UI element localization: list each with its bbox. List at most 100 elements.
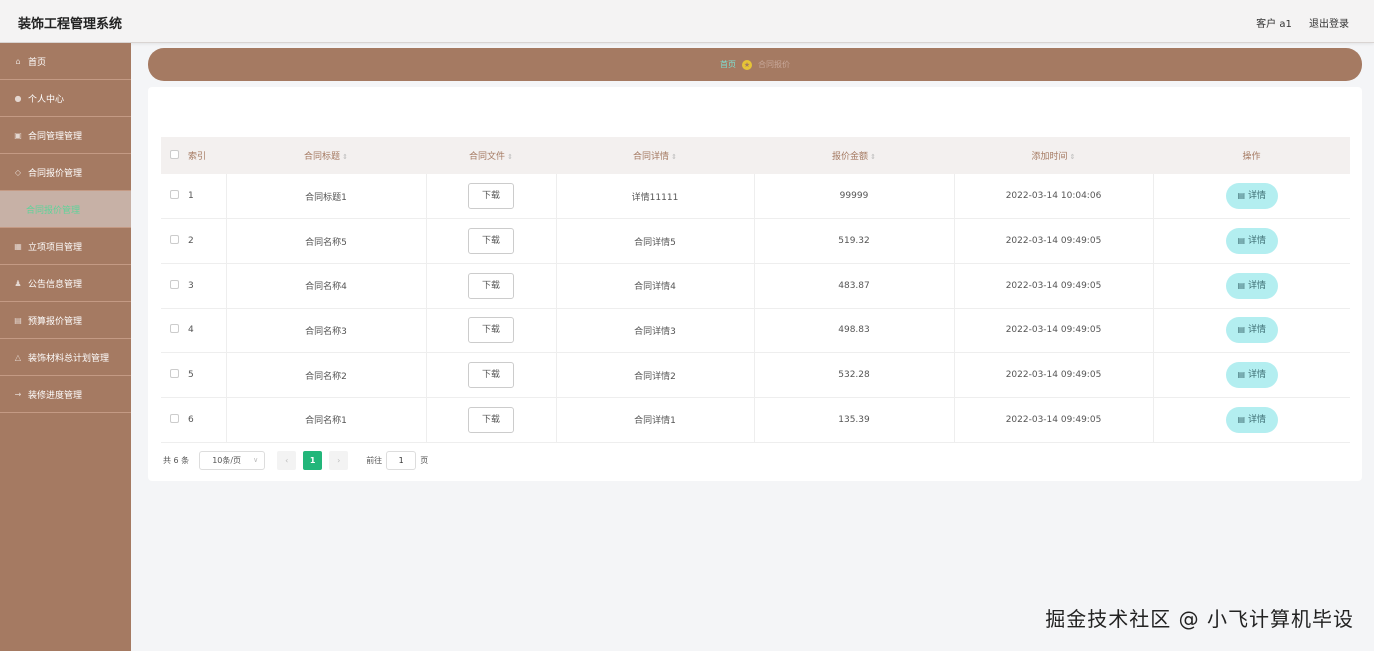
column-header-file[interactable]: 合同文件 ⇕ xyxy=(426,137,556,174)
cell-amount: 99999 xyxy=(754,174,955,220)
detail-button[interactable]: ▤ 详情 xyxy=(1225,406,1278,433)
document-icon: ▤ xyxy=(1237,325,1246,335)
cell-time: 2022-03-14 09:49:05 xyxy=(954,263,1154,309)
cell-file: 下载 xyxy=(426,352,557,398)
top-header: 装饰工程管理系统 客户 a1 退出登录 xyxy=(0,0,1374,43)
cell-file: 下载 xyxy=(426,308,557,354)
sort-icon: ⇕ xyxy=(870,153,876,161)
cell-actions: ▤ 详情 xyxy=(1153,397,1350,443)
download-button[interactable]: 下载 xyxy=(468,228,514,255)
sidebar-item-notice[interactable]: ♟ 公告信息管理 xyxy=(0,265,131,302)
next-page-button[interactable]: › xyxy=(329,450,349,470)
sidebar-item-contract[interactable]: ▣ 合同管理管理 xyxy=(0,117,131,154)
chevron-right-icon: › xyxy=(337,455,341,465)
row-checkbox-cell xyxy=(161,352,188,398)
breadcrumb-home-link[interactable]: 首页 xyxy=(720,59,736,70)
sidebar-item-progress[interactable]: → 装修进度管理 xyxy=(0,376,131,413)
download-button[interactable]: 下载 xyxy=(468,406,514,433)
detail-button[interactable]: ▤ 详情 xyxy=(1225,183,1278,210)
sidebar-item-quote[interactable]: ◇ 合同报价管理 xyxy=(0,154,131,191)
detail-button-label: 详情 xyxy=(1248,370,1267,381)
sidebar-item-label: 个人中心 xyxy=(28,94,65,105)
cell-detail: 合同详情4 xyxy=(556,263,755,309)
quote-icon: ◇ xyxy=(14,167,22,177)
download-button[interactable]: 下载 xyxy=(468,362,514,389)
column-header-actions: 操作 xyxy=(1153,137,1350,174)
detail-button[interactable]: ▤ 详情 xyxy=(1225,317,1278,344)
row-checkbox[interactable] xyxy=(170,324,179,334)
cell-time: 2022-03-14 09:49:05 xyxy=(954,308,1154,354)
sidebar-item-budget[interactable]: ▤ 预算报价管理 xyxy=(0,302,131,339)
download-button[interactable]: 下载 xyxy=(468,317,514,344)
cell-actions: ▤ 详情 xyxy=(1153,352,1350,398)
sidebar-item-label: 合同管理管理 xyxy=(28,131,83,142)
cell-detail: 合同详情5 xyxy=(556,218,755,264)
download-button[interactable]: 下载 xyxy=(468,272,514,299)
cell-file: 下载 xyxy=(426,174,557,220)
page-suffix: 页 xyxy=(420,455,429,465)
sidebar-item-material[interactable]: △ 装饰材料总计划管理 xyxy=(0,339,131,376)
prev-page-button[interactable]: ‹ xyxy=(277,450,297,470)
page-size-select[interactable]: 10条/页 ∨ xyxy=(199,450,266,470)
cell-title: 合同名称2 xyxy=(226,352,427,398)
star-separator-icon: ★ xyxy=(742,59,752,70)
cell-title: 合同名称5 xyxy=(226,218,427,264)
row-checkbox-cell xyxy=(161,263,188,309)
detail-button[interactable]: ▤ 详情 xyxy=(1225,272,1278,299)
detail-button-label: 详情 xyxy=(1248,414,1267,425)
sidebar-item-label: 装修进度管理 xyxy=(28,390,83,401)
cell-time: 2022-03-14 09:49:05 xyxy=(954,352,1154,398)
table-row: 3 合同名称4 下载 合同详情4 483.87 2022-03-14 09:49… xyxy=(161,263,1350,309)
download-button[interactable]: 下载 xyxy=(468,183,514,210)
sidebar-item-label: 预算报价管理 xyxy=(28,316,83,327)
row-checkbox[interactable] xyxy=(170,413,179,423)
sort-icon: ⇕ xyxy=(671,153,677,161)
app-title: 装饰工程管理系统 xyxy=(18,17,123,32)
contract-quote-table: 索引 合同标题 ⇕ 合同文件 ⇕ 合同详情 ⇕ 报价金额 ⇕ 添加时间 ⇕ 操作 1 合同… xyxy=(161,137,1350,443)
cell-title: 合同名称3 xyxy=(226,308,427,354)
select-all-checkbox[interactable] xyxy=(170,149,179,159)
column-header-title[interactable]: 合同标题 ⇕ xyxy=(226,137,426,174)
breadcrumb-current: 合同报价 xyxy=(758,60,790,69)
column-header-amount[interactable]: 报价金额 ⇕ xyxy=(754,137,954,174)
user-icon: ● xyxy=(14,93,22,103)
column-header-time[interactable]: 添加时间 ⇕ xyxy=(954,137,1153,174)
column-header-label: 添加时间 xyxy=(1031,152,1068,162)
row-checkbox[interactable] xyxy=(170,190,179,200)
home-icon: ⌂ xyxy=(15,56,21,66)
goto-page-input[interactable]: 1 xyxy=(386,450,417,470)
content-card: 索引 合同标题 ⇕ 合同文件 ⇕ 合同详情 ⇕ 报价金额 ⇕ 添加时间 ⇕ 操作 1 合同… xyxy=(148,87,1362,481)
page-number-current[interactable]: 1 xyxy=(303,450,323,470)
detail-button[interactable]: ▤ 详情 xyxy=(1225,362,1278,389)
sidebar-item-profile[interactable]: ● 个人中心 xyxy=(0,80,131,117)
watermark: 掘金技术社区 @ 小飞计算机毕设 xyxy=(1045,607,1354,631)
sidebar-item-label: 合同报价管理 xyxy=(28,168,83,179)
column-header-label: 报价金额 xyxy=(832,152,869,162)
row-checkbox[interactable] xyxy=(170,235,179,245)
detail-button[interactable]: ▤ 详情 xyxy=(1225,228,1278,255)
cell-actions: ▤ 详情 xyxy=(1153,263,1350,309)
row-checkbox-cell xyxy=(161,218,188,264)
table-header-row: 索引 合同标题 ⇕ 合同文件 ⇕ 合同详情 ⇕ 报价金额 ⇕ 添加时间 ⇕ 操作 xyxy=(161,137,1350,174)
cell-detail: 详情11111 xyxy=(556,174,755,220)
row-checkbox-cell xyxy=(161,308,188,354)
row-checkbox[interactable] xyxy=(170,279,179,289)
column-header-detail[interactable]: 合同详情 ⇕ xyxy=(556,137,754,174)
page-size-value: 10条/页 xyxy=(212,455,242,465)
sidebar-subitem-quote[interactable]: 合同报价管理 xyxy=(0,191,131,228)
row-checkbox[interactable] xyxy=(170,369,179,379)
cell-actions: ▤ 详情 xyxy=(1153,308,1350,354)
document-icon: ▤ xyxy=(1237,370,1246,380)
cell-time: 2022-03-14 10:04:06 xyxy=(954,174,1154,220)
logout-link[interactable]: 退出登录 xyxy=(1309,19,1349,30)
project-icon: ▦ xyxy=(14,241,22,251)
pagination: 共 6 条 10条/页 ∨ ‹ 1 › 前往 1 页 xyxy=(163,450,428,470)
contract-icon: ▣ xyxy=(14,130,22,140)
document-icon: ▤ xyxy=(1237,414,1246,424)
sidebar-item-home[interactable]: ⌂ 首页 xyxy=(0,43,131,80)
budget-icon: ▤ xyxy=(14,315,22,325)
detail-button-label: 详情 xyxy=(1248,236,1267,247)
progress-icon: → xyxy=(14,389,22,399)
sidebar-item-project[interactable]: ▦ 立项项目管理 xyxy=(0,228,131,265)
sidebar-item-label: 公告信息管理 xyxy=(28,279,83,290)
